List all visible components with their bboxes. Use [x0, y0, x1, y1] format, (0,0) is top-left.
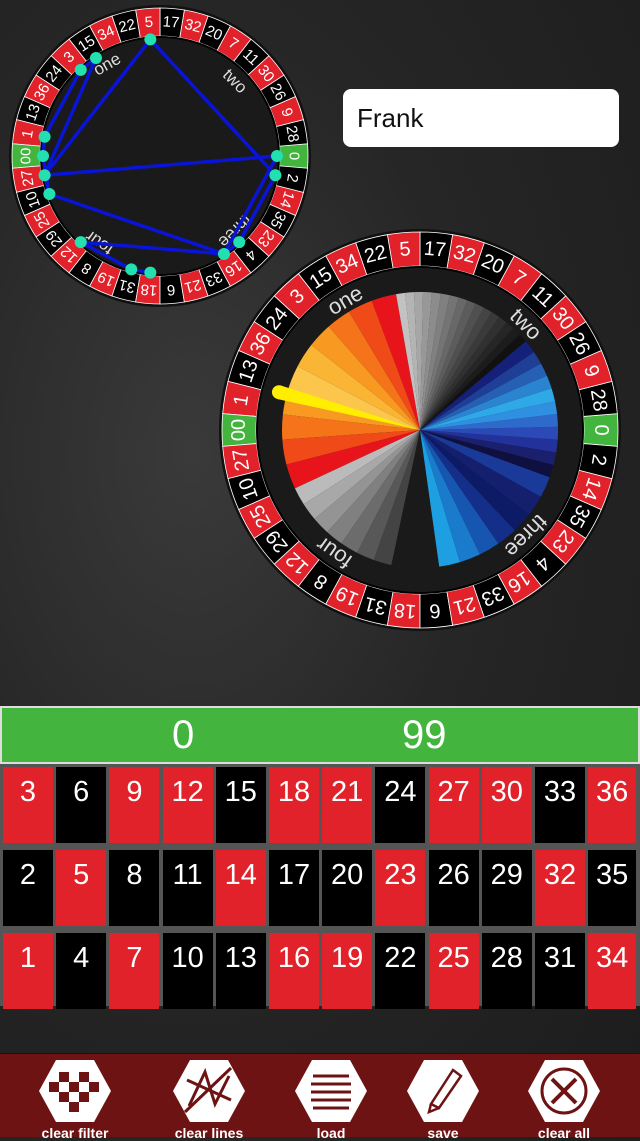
number-cell-7[interactable]: 7	[109, 933, 160, 1009]
pencil-icon	[407, 1060, 479, 1122]
line-node-16	[217, 247, 230, 260]
line-node-00	[37, 150, 49, 162]
clear-filter-icon	[39, 1060, 111, 1122]
number-cell-18[interactable]: 18	[269, 767, 319, 843]
number-cell-5[interactable]: 5	[56, 850, 107, 926]
clear-all-label: clear all	[537, 1125, 591, 1141]
number-table: 3 6 9 12 15 18 21 24 27 30 33 36 2 5 8 11 14 17 20 23 26 29 32…	[0, 764, 640, 1009]
small-pocket-label: 27	[18, 168, 38, 187]
clear-filter-label: clear filter	[41, 1125, 109, 1141]
load-button[interactable]: load	[276, 1058, 386, 1141]
large-pocket-label: 28	[586, 387, 611, 413]
number-cell-8[interactable]: 8	[109, 850, 160, 926]
number-cell-25[interactable]: 25	[428, 933, 479, 1009]
number-cell-22[interactable]: 22	[375, 933, 426, 1009]
number-cell-32[interactable]: 32	[535, 850, 585, 926]
large-pocket-label: 6	[428, 599, 441, 622]
spin-pointer-tip	[271, 385, 286, 400]
number-cell-23[interactable]: 23	[375, 850, 426, 926]
number-cell-9[interactable]: 9	[109, 767, 160, 843]
line-node-3	[74, 63, 87, 76]
clear-all-icon	[528, 1060, 600, 1122]
number-cell-35[interactable]: 35	[588, 850, 637, 926]
line-node-27	[38, 169, 51, 182]
line-node-10	[43, 187, 56, 200]
load-label: load	[316, 1125, 346, 1141]
number-cell-29[interactable]: 29	[481, 850, 532, 926]
line-node-4	[233, 236, 246, 249]
number-cell-16[interactable]: 16	[269, 933, 319, 1009]
large-pocket-label: 0	[590, 424, 612, 435]
range-min: 0	[172, 713, 195, 757]
clear-lines-button[interactable]: clear lines	[154, 1058, 264, 1141]
small-pocket-label: 18	[140, 280, 158, 298]
range-bar[interactable]: 0 99	[0, 706, 640, 764]
clear-all-button[interactable]: clear all	[509, 1058, 619, 1141]
large-roulette-wheel[interactable]: 0289263011720321752234153243613100271025…	[219, 229, 621, 631]
number-cell-26[interactable]: 26	[428, 850, 479, 926]
number-cell-4[interactable]: 4	[56, 933, 107, 1009]
number-cell-17[interactable]: 17	[269, 850, 319, 926]
number-cell-31[interactable]: 31	[535, 933, 585, 1009]
small-pocket-label: 6	[166, 281, 176, 299]
line-node-2	[269, 169, 282, 182]
range-max: 99	[402, 713, 447, 757]
number-cell-30[interactable]: 30	[481, 767, 532, 843]
clear-lines-icon	[173, 1060, 245, 1122]
number-cell-6[interactable]: 6	[56, 767, 107, 843]
number-cell-15[interactable]: 15	[215, 767, 266, 843]
load-icon	[295, 1060, 367, 1122]
large-pocket-label: 00	[228, 419, 250, 441]
line-node-12	[74, 236, 87, 249]
large-pocket-label: 5	[399, 238, 412, 261]
line-node-18	[144, 266, 157, 279]
number-cell-24[interactable]: 24	[375, 767, 426, 843]
large-pocket-label: 17	[423, 238, 447, 262]
number-cell-12[interactable]: 12	[162, 767, 213, 843]
number-cell-3[interactable]: 3	[3, 767, 53, 843]
number-cell-21[interactable]: 21	[322, 767, 373, 843]
small-roulette-wheel[interactable]: 0289263011720321752234153243613100271025…	[9, 5, 311, 307]
number-cell-28[interactable]: 28	[481, 933, 532, 1009]
save-button[interactable]: save	[388, 1058, 498, 1141]
line-node-15	[90, 52, 103, 65]
number-cell-33[interactable]: 33	[535, 767, 585, 843]
player-name-field[interactable]: Frank	[343, 89, 619, 147]
clear-filter-button[interactable]: clear filter	[20, 1058, 130, 1141]
small-pocket-label: 5	[144, 14, 154, 32]
number-cell-11[interactable]: 11	[162, 850, 213, 926]
large-pocket-label: 27	[229, 447, 254, 473]
small-pocket-label: 28	[282, 124, 302, 143]
number-cell-34[interactable]: 34	[588, 933, 637, 1009]
line-node-1	[38, 130, 51, 143]
small-pocket-label: 0	[286, 152, 303, 160]
large-pocket-label: 18	[393, 599, 417, 623]
save-label: save	[427, 1125, 459, 1141]
number-cell-13[interactable]: 13	[215, 933, 266, 1009]
line-node-0	[271, 150, 283, 162]
number-cell-20[interactable]: 20	[322, 850, 373, 926]
line-node-31	[125, 263, 138, 276]
line-node-5	[144, 33, 157, 46]
number-cell-10[interactable]: 10	[162, 933, 213, 1009]
number-cell-1[interactable]: 1	[3, 933, 53, 1009]
small-pocket-label: 17	[162, 13, 180, 31]
number-cell-14[interactable]: 14	[215, 850, 266, 926]
clear-lines-label: clear lines	[174, 1125, 244, 1141]
number-cell-27[interactable]: 27	[428, 767, 479, 843]
number-cell-36[interactable]: 36	[588, 767, 637, 843]
small-pocket-label: 00	[18, 148, 35, 165]
number-cell-2[interactable]: 2	[3, 850, 53, 926]
number-cell-19[interactable]: 19	[322, 933, 373, 1009]
bottom-toolbar: clear filter clear lines load save clear…	[0, 1053, 640, 1141]
